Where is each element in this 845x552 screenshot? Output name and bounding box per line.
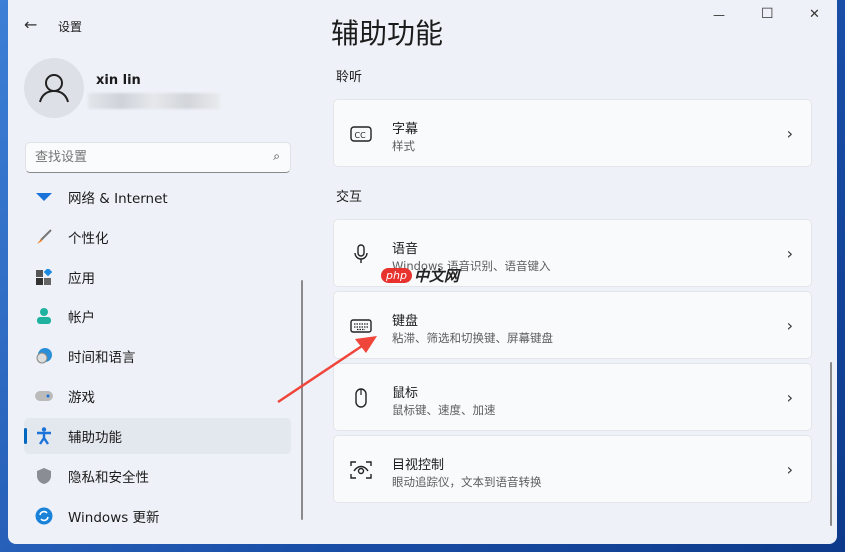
red-arrow-annotation	[277, 336, 377, 404]
